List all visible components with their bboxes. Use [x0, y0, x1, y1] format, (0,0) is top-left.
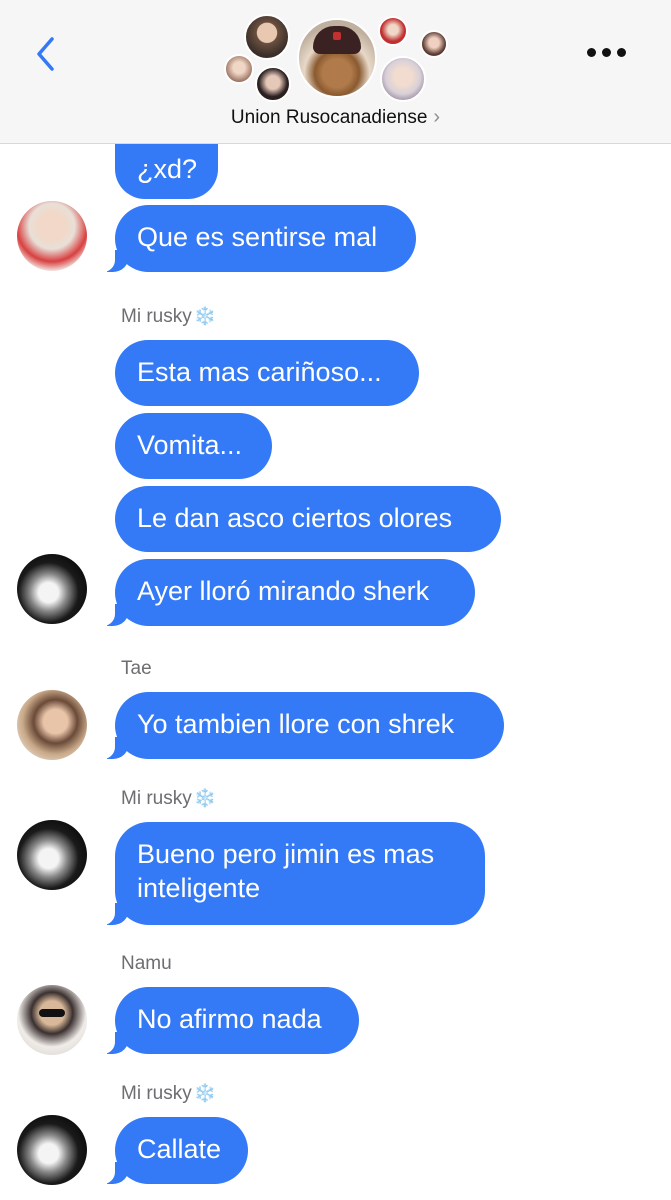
message-text: Que es sentirse mal — [137, 222, 378, 252]
avatar[interactable] — [17, 690, 87, 760]
back-button[interactable] — [30, 34, 64, 74]
message-text: No afirmo nada — [137, 1004, 322, 1034]
group-member-avatar — [255, 66, 291, 102]
snowflake-icon: ❄️ — [193, 1083, 217, 1103]
snowflake-icon: ❄️ — [193, 306, 217, 326]
sender-name: Namu — [121, 953, 172, 974]
sender-name: Tae — [121, 658, 152, 679]
avatar[interactable] — [17, 820, 87, 890]
chevron-right-icon: › — [433, 106, 441, 128]
group-member-avatar — [378, 16, 408, 46]
hat-shape — [313, 26, 361, 54]
message-text-line: inteligente — [137, 873, 261, 903]
sender-name: Mi rusky ❄️ — [121, 788, 217, 809]
message-text: Esta mas cariñoso... — [137, 357, 382, 387]
sender-name: Mi rusky ❄️ — [121, 1083, 217, 1104]
message-bubble[interactable]: ¿xd? — [115, 144, 218, 199]
message-text: Le dan asco ciertos olores — [137, 503, 453, 533]
message-bubble[interactable]: Callate — [103, 1117, 248, 1184]
avatar[interactable] — [17, 554, 87, 624]
group-avatar-cluster[interactable] — [220, 10, 460, 106]
message-bubble[interactable]: Vomita... — [115, 413, 272, 479]
message-bubble[interactable]: Que es sentirse mal — [103, 205, 416, 272]
message-bubble[interactable]: Bueno pero jimin es mas inteligente — [103, 822, 485, 925]
message-text: ¿xd? — [137, 154, 198, 184]
snowflake-icon: ❄️ — [193, 788, 217, 808]
message-text: Callate — [137, 1134, 222, 1164]
more-dots-icon — [617, 48, 626, 57]
message-bubble[interactable]: Le dan asco ciertos olores — [115, 486, 501, 552]
group-avatar-main — [297, 18, 377, 98]
message-bubble[interactable]: No afirmo nada — [103, 987, 359, 1054]
group-name: Union Rusocanadiense — [230, 107, 428, 128]
hat-badge — [333, 32, 341, 40]
more-dots-icon — [602, 48, 611, 57]
avatar[interactable] — [17, 1115, 87, 1185]
group-name-row[interactable]: Union Rusocanadiense › — [0, 106, 671, 129]
message-text: Yo tambien llore con shrek — [137, 709, 455, 739]
group-member-avatar — [224, 54, 254, 84]
message-bubble[interactable]: Ayer lloró mirando sherk — [103, 559, 475, 626]
sender-name: Mi rusky ❄️ — [121, 306, 217, 327]
group-member-avatar — [380, 56, 426, 102]
sunglasses-shape — [39, 1009, 65, 1017]
avatar[interactable] — [17, 201, 87, 271]
avatar[interactable] — [17, 985, 87, 1055]
group-member-avatar — [420, 30, 448, 58]
message-text: Ayer lloró mirando sherk — [137, 576, 430, 606]
message-bubble[interactable]: Esta mas cariñoso... — [115, 340, 419, 406]
message-text: Vomita... — [137, 430, 243, 460]
chevron-left-icon — [37, 37, 54, 71]
message-text-line: Bueno pero jimin es mas — [137, 839, 435, 869]
group-member-avatar — [244, 14, 290, 60]
message-bubble[interactable]: Yo tambien llore con shrek — [103, 692, 504, 759]
more-options-button[interactable] — [583, 40, 631, 64]
chat-header: Union Rusocanadiense › — [0, 0, 671, 144]
more-dots-icon — [587, 48, 596, 57]
